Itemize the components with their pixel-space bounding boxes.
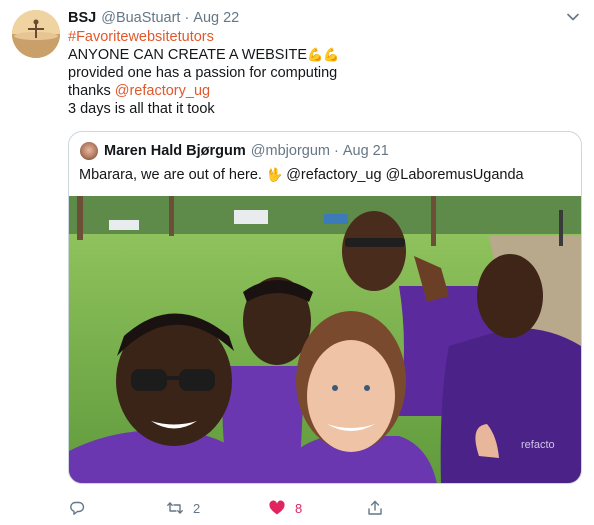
retweet-icon	[167, 502, 183, 514]
retweet-button[interactable]: 2	[166, 498, 200, 518]
share-button[interactable]	[366, 498, 384, 518]
chevron-down-icon[interactable]	[566, 10, 580, 24]
svg-text:refacto: refacto	[521, 439, 555, 451]
quoted-display-name: Maren Hald Bjørgum	[104, 143, 246, 159]
user-handle[interactable]: @BuaStuart	[101, 10, 180, 26]
separator-dot: ·	[333, 143, 339, 159]
quoted-tweet[interactable]: Maren Hald Bjørgum @mbjorgum · Aug 21 Mb…	[68, 131, 582, 484]
tweet-body: #Favoritewebsitetutors ANYONE CAN CREATE…	[68, 28, 578, 118]
flexed-biceps-emoji: 💪💪	[307, 48, 340, 63]
quoted-tweet-date: Aug 21	[342, 143, 389, 159]
share-icon	[368, 500, 382, 515]
quoted-tweet-header: Maren Hald Bjørgum @mbjorgum · Aug 21	[80, 142, 389, 160]
tweet-actions: 2 8	[68, 498, 388, 520]
quoted-text-part: @refactory_ug @LaboremusUganda	[282, 167, 524, 183]
quoted-user-handle: @mbjorgum	[250, 143, 330, 159]
group-selfie-image: refacto	[69, 196, 581, 483]
separator-dot: ·	[184, 10, 190, 26]
tweet-text-line: thanks	[68, 83, 115, 99]
tweet-text-line: ANYONE CAN CREATE A WEBSITE	[68, 47, 308, 63]
like-count: 8	[295, 500, 303, 516]
display-name[interactable]: BSJ	[68, 10, 96, 26]
avatar-image	[12, 10, 60, 58]
reply-button[interactable]	[68, 498, 95, 518]
quoted-tweet-text: Mbarara, we are out of here. 🖖 @refactor…	[79, 166, 524, 185]
like-button[interactable]: 8	[268, 498, 302, 518]
tweet-text-line: 3 days is all that it took	[68, 101, 215, 117]
reply-icon	[70, 501, 85, 515]
heart-icon	[269, 500, 285, 515]
tweet[interactable]: BSJ @BuaStuart · Aug 22 #Favoritewebsite…	[0, 0, 594, 525]
quoted-avatar	[80, 142, 98, 160]
avatar[interactable]	[12, 10, 60, 58]
retweet-count: 2	[193, 500, 201, 516]
tweet-header: BSJ @BuaStuart · Aug 22	[68, 9, 239, 27]
mention-link[interactable]: @refactory_ug	[115, 83, 210, 99]
vulcan-salute-emoji: 🖖	[266, 168, 283, 183]
tweet-text-line: provided one has a passion for computing	[68, 65, 338, 81]
hashtag-link[interactable]: #Favoritewebsitetutors	[68, 29, 214, 45]
quoted-tweet-photo[interactable]: refacto	[69, 196, 581, 483]
quoted-text-part: Mbarara, we are out of here.	[79, 167, 266, 183]
tweet-date[interactable]: Aug 22	[193, 10, 239, 26]
